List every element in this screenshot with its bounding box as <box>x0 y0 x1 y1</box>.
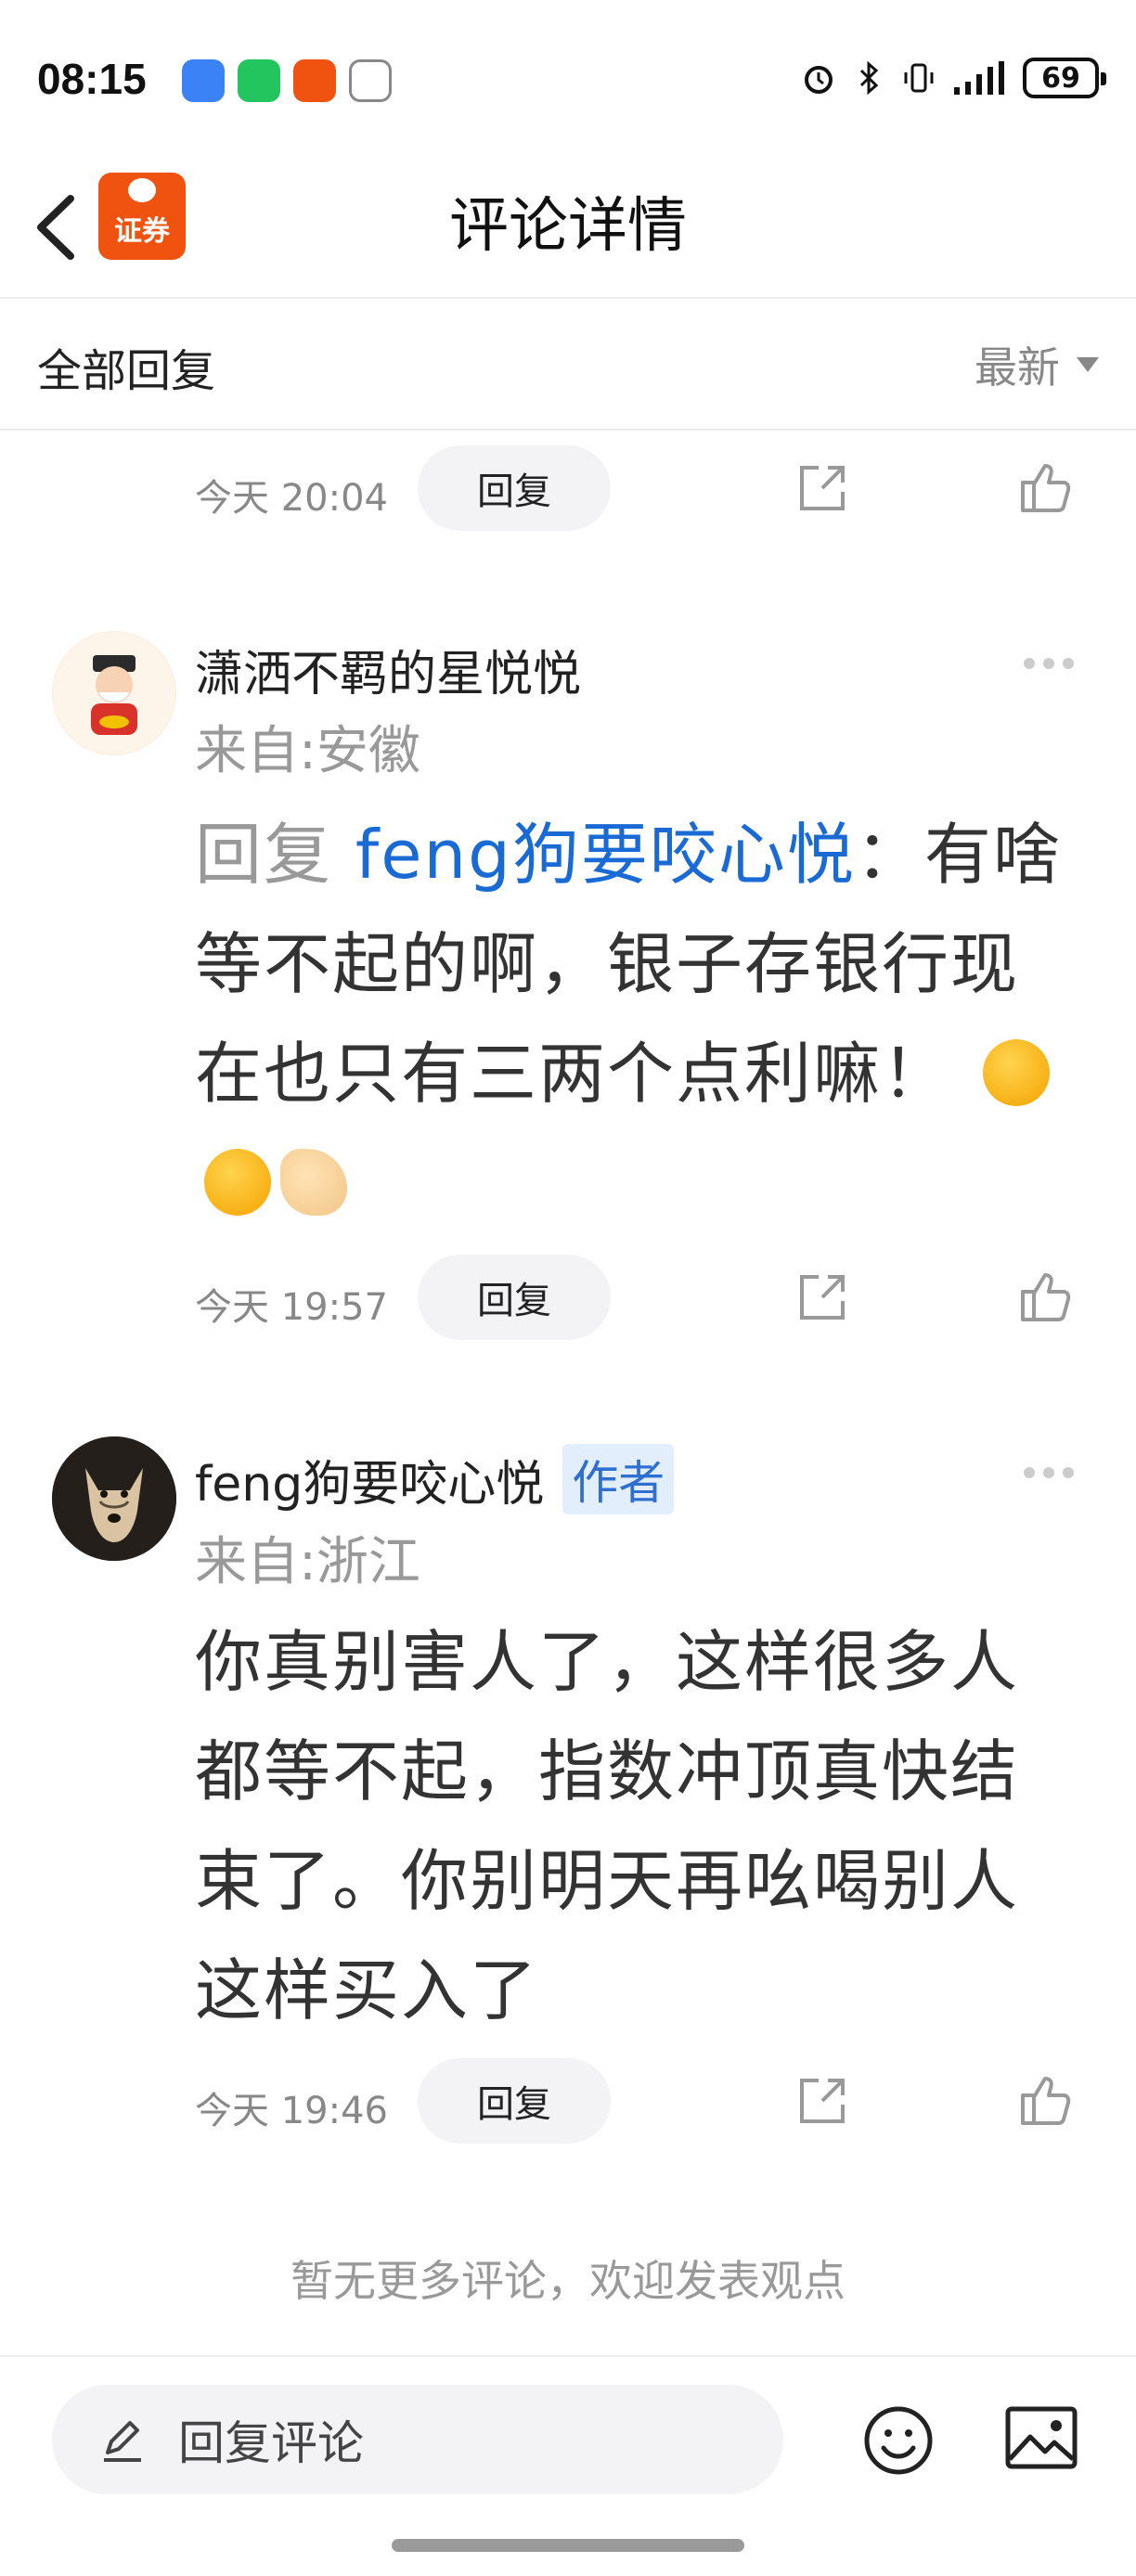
all-replies-label: 全部回复 <box>37 345 216 397</box>
comment-time: 今天 19:46 <box>195 2090 388 2132</box>
comment-time: 今天 20:04 <box>195 477 388 520</box>
caret-down-icon <box>1077 357 1099 372</box>
avatar[interactable] <box>52 1436 176 1561</box>
more-options-icon[interactable] <box>1023 1466 1075 1479</box>
emoji-icon[interactable] <box>863 2405 934 2476</box>
author-badge: 作者 <box>562 1444 675 1514</box>
wechat-app-icon <box>238 59 280 102</box>
thumbs-up-icon[interactable] <box>1017 2071 1075 2129</box>
comment-body: 回复 feng狗要咬心悦：有啥等不起的啊，银子存银行现在也只有三两个点利嘛！ <box>195 800 1067 1238</box>
comment-author[interactable]: 潇洒不羁的星悦悦 <box>195 635 581 704</box>
comment-location: 来自:浙江 <box>195 1532 420 1592</box>
share-icon[interactable] <box>794 2073 850 2129</box>
status-bar: 08:15 69 <box>0 0 1136 139</box>
ok-hand-emoji <box>280 1149 347 1217</box>
share-icon[interactable] <box>794 460 850 516</box>
status-time: 08:15 <box>37 55 147 103</box>
page-title: 评论详情 <box>449 192 687 261</box>
thumbs-up-icon[interactable] <box>1017 458 1075 516</box>
battery-indicator: 69 <box>1023 58 1106 98</box>
home-indicator[interactable] <box>392 2539 744 2552</box>
wink-tongue-emoji <box>982 1039 1050 1107</box>
comment-location: 来自:安徽 <box>195 721 420 781</box>
comment-body: 你真别害人了，这样很多人都等不起，指数冲顶真快结束了。你别明天再吆喝别人这样买入… <box>195 1623 1020 2029</box>
image-icon[interactable] <box>1004 2405 1078 2470</box>
fortune-god-avatar-icon <box>53 632 175 754</box>
comment-author[interactable]: feng狗要咬心悦 作者 <box>195 1444 675 1514</box>
securities-app-icon <box>293 59 336 102</box>
avatar[interactable] <box>52 631 176 755</box>
pen-icon <box>104 2421 141 2462</box>
comment-action-row: 今天 19:57 回复 <box>0 1255 1136 1340</box>
charging-app-icon <box>349 59 392 102</box>
sort-dropdown[interactable]: 最新 <box>975 334 1099 395</box>
reply-input-placeholder: 回复评论 <box>178 2416 364 2470</box>
comment-action-row: 今天 19:46 回复 <box>0 2058 1136 2144</box>
reply-button[interactable]: 回复 <box>418 1255 611 1340</box>
messages-app-icon <box>182 59 225 102</box>
nav-bar: 证券 评论详情 <box>0 158 1136 297</box>
vibrate-icon <box>904 63 934 93</box>
filter-bar: 全部回复 最新 <box>0 299 1136 429</box>
no-more-comments: 暂无更多评论，欢迎发表观点 <box>290 2256 846 2306</box>
dog-avatar-icon <box>52 1436 176 1561</box>
reply-button[interactable]: 回复 <box>418 2058 611 2144</box>
status-indicators: 69 <box>800 58 1106 98</box>
filter-divider <box>0 429 1136 431</box>
mention-link[interactable]: feng狗要咬心悦 <box>355 816 856 894</box>
alarm-icon <box>805 66 833 94</box>
more-options-icon[interactable] <box>1023 657 1075 670</box>
sort-label: 最新 <box>975 342 1060 393</box>
wink-tongue-emoji <box>204 1149 271 1217</box>
reply-button[interactable]: 回复 <box>418 445 611 531</box>
reply-prefix: 回复 <box>195 816 355 894</box>
reply-comment-input[interactable]: 回复评论 <box>52 2385 783 2494</box>
thumbs-up-icon[interactable] <box>1017 1268 1075 1325</box>
bluetooth-icon <box>859 60 879 96</box>
signal-icon <box>954 61 1004 95</box>
author-name[interactable]: feng狗要咬心悦 <box>195 1445 544 1514</box>
author-name[interactable]: 潇洒不羁的星悦悦 <box>195 635 581 704</box>
comment-time: 今天 19:57 <box>195 1286 388 1329</box>
comment-action-row: 今天 20:04 回复 <box>0 445 1136 531</box>
share-icon[interactable] <box>794 1269 850 1325</box>
bottom-bar: 回复评论 <box>0 2357 1136 2524</box>
